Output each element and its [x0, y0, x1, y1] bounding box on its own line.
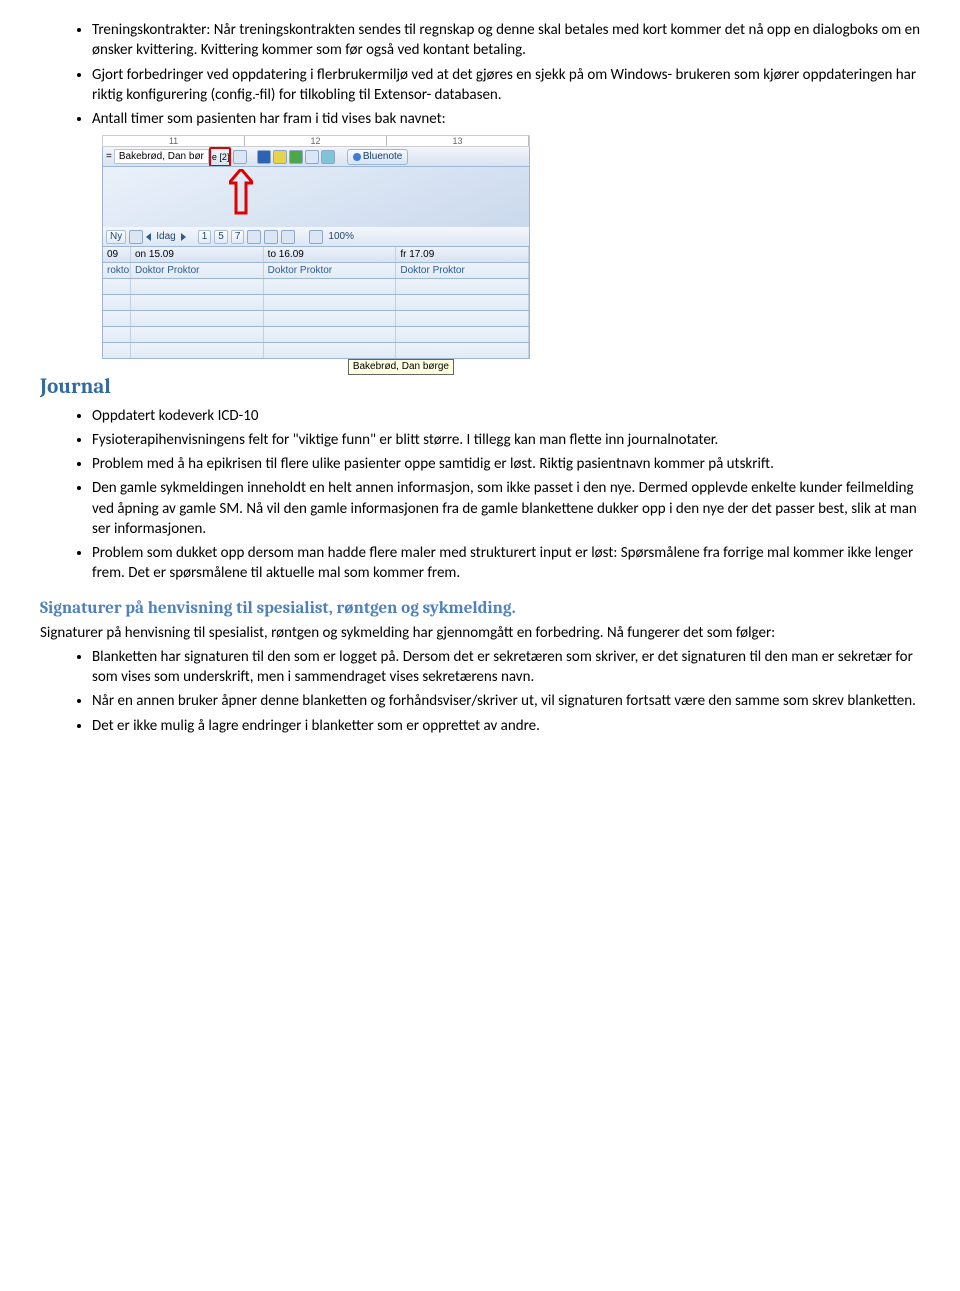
cell[interactable]: Doktor Proktor [264, 263, 397, 278]
view-5-button[interactable]: 5 [214, 230, 228, 244]
ruler-tick: 12 [245, 136, 387, 146]
arrow-up-icon [229, 169, 253, 219]
new-button[interactable]: Ny [106, 230, 126, 244]
list-item: Når en annen bruker åpner denne blankett… [92, 691, 920, 711]
toolbar-icon[interactable] [264, 230, 278, 244]
list-item: Problem som dukket opp dersom man hadde … [92, 543, 920, 584]
bluenote-icon [353, 153, 361, 161]
next-icon[interactable] [181, 233, 186, 241]
view-7-button[interactable]: 7 [231, 230, 245, 244]
bluenote-label: Bluenote [363, 150, 402, 164]
schedule-col[interactable]: on 15.09 [131, 247, 264, 262]
toolbar-icon[interactable] [281, 230, 295, 244]
equals-label: = [106, 150, 112, 164]
toolbar-icon[interactable] [289, 150, 303, 164]
tooltip: Bakebrød, Dan børge [348, 359, 454, 375]
toolbar-icon[interactable] [273, 150, 287, 164]
toolbar-icon[interactable] [247, 230, 261, 244]
cell[interactable]: Doktor Proktor [131, 263, 264, 278]
schedule-row[interactable] [102, 279, 530, 295]
toolbar-icon[interactable] [321, 150, 335, 164]
toolbar-icon[interactable] [129, 230, 143, 244]
list-item: Treningskontrakter: Når treningskontrakt… [92, 20, 920, 61]
schedule-row[interactable] [102, 343, 530, 359]
patient-name-field[interactable]: Bakebrød, Dan bør [114, 149, 209, 164]
zoom-icon[interactable] [309, 230, 323, 244]
list-item: Fysioterapihenvisningens felt for "vikti… [92, 430, 920, 450]
list-item: Antall timer som pasienten har fram i ti… [92, 109, 920, 129]
patient-suffix: e [2] [211, 152, 230, 162]
patient-toolbar: = Bakebrød, Dan bør e [2] Bluenote [102, 147, 530, 167]
heading-signaturer: Signaturer på henvisning til spesialist,… [40, 598, 920, 621]
prev-icon[interactable] [146, 233, 151, 241]
search-icon[interactable] [233, 150, 247, 164]
highlight-box: e [2] [209, 147, 231, 167]
list-item: Oppdatert kodeverk ICD-10 [92, 406, 920, 426]
schedule-row[interactable] [102, 295, 530, 311]
schedule-row[interactable] [102, 327, 530, 343]
zoom-value: 100% [326, 230, 356, 244]
app-screenshot: 11 12 13 = Bakebrød, Dan bør e [2] Bluen… [102, 135, 530, 359]
ruler-tick: 13 [387, 136, 529, 146]
toolbar-icon[interactable] [257, 150, 271, 164]
schedule-col[interactable]: to 16.09 [264, 247, 397, 262]
schedule-row[interactable] [102, 311, 530, 327]
cell: roktor [103, 263, 131, 278]
list-item: Det er ikke mulig å lagre endringer i bl… [92, 716, 920, 736]
schedule-row: roktor Doktor Proktor Doktor Proktor Dok… [102, 263, 530, 279]
schedule-col: 09 [103, 247, 131, 262]
fade-area [102, 167, 530, 227]
intro-list: Treningskontrakter: Når treningskontrakt… [40, 20, 920, 129]
list-item: Den gamle sykmeldingen inneholdt en helt… [92, 478, 920, 539]
journal-list: Oppdatert kodeverk ICD-10 Fysioterapihen… [40, 406, 920, 584]
list-item: Blanketten har signaturen til den som er… [92, 647, 920, 688]
toolbar-icon[interactable] [305, 150, 319, 164]
list-item: Problem med å ha epikrisen til flere uli… [92, 454, 920, 474]
patient-name-text: Bakebrød, Dan bør [119, 150, 204, 163]
ruler-tick: 11 [103, 136, 245, 146]
view-1-button[interactable]: 1 [198, 230, 212, 244]
schedule-toolbar: Ny Idag 1 5 7 100% [102, 227, 530, 247]
schedule-col[interactable]: fr 17.09 [396, 247, 529, 262]
schedule-header: 09 on 15.09 to 16.09 fr 17.09 [102, 247, 530, 263]
signaturer-list: Blanketten har signaturen til den som er… [40, 647, 920, 736]
ruler: 11 12 13 [102, 135, 530, 147]
signaturer-intro: Signaturer på henvisning til spesialist,… [40, 623, 920, 643]
today-button[interactable]: Idag [154, 230, 177, 244]
cell[interactable]: Doktor Proktor [396, 263, 529, 278]
bluenote-button[interactable]: Bluenote [347, 149, 408, 165]
heading-journal: Journal [40, 373, 920, 401]
list-item: Gjort forbedringer ved oppdatering i fle… [92, 65, 920, 106]
